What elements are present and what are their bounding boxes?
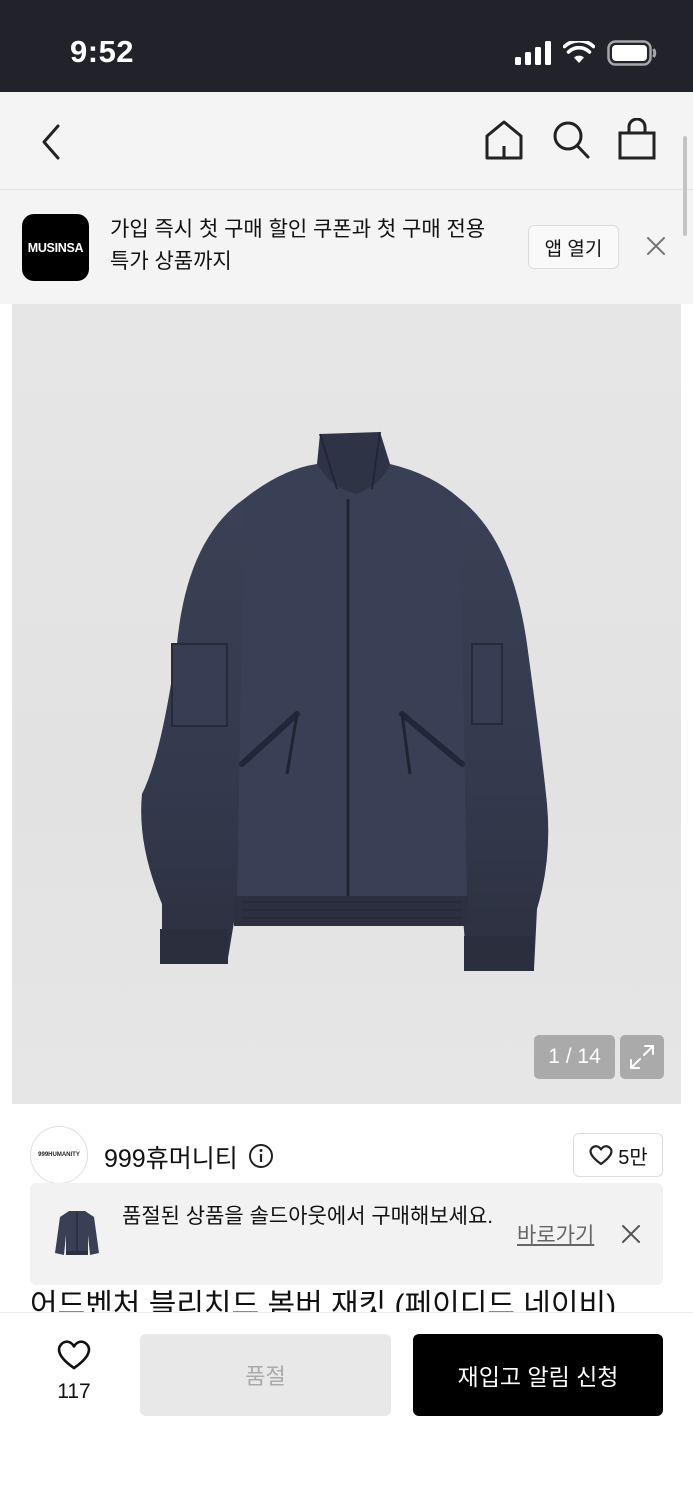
brand-avatar[interactable]: 999HUMANITY (30, 1126, 88, 1184)
shopping-bag-icon[interactable] (617, 118, 657, 160)
brand-name[interactable]: 999휴머니티 (104, 1139, 238, 1175)
restock-alert-button[interactable]: 재입고 알림 신청 (413, 1334, 663, 1416)
musinsa-logo: MUSINSA (22, 214, 89, 281)
soldout-message: 품절된 상품을 솔드아웃에서 구매해보세요. (122, 1205, 494, 1228)
battery-icon (607, 40, 657, 66)
heart-icon (589, 1145, 613, 1166)
close-icon[interactable] (620, 1223, 642, 1245)
product-title-wrap: 어드벤처 블리치드 봄버 재킷 (페이디드 네이비) (30, 1286, 670, 1312)
back-arrow-icon[interactable] (36, 122, 70, 162)
brand-like-button[interactable]: 5만 (573, 1133, 663, 1177)
product-title: 어드벤처 블리치드 봄버 재킷 (페이디드 네이비) (30, 1289, 617, 1312)
heart-icon[interactable] (55, 1338, 93, 1372)
promo-message: 가입 즉시 첫 구매 할인 쿠폰과 첫 구매 전용 특가 상품까지 (110, 218, 486, 273)
open-app-button[interactable]: 앱 열기 (528, 225, 619, 269)
status-bar: 9:52 (0, 0, 693, 92)
product-image-gallery[interactable]: 1 / 14 (12, 304, 681, 1104)
search-icon[interactable] (551, 119, 591, 161)
soldout-button[interactable]: 품절 (140, 1334, 391, 1416)
app-promo-banner: MUSINSA 가입 즉시 첫 구매 할인 쿠폰과 첫 구매 전용 특가 상품까… (0, 190, 693, 304)
home-icon[interactable] (484, 119, 524, 161)
image-counter: 1 / 14 (534, 1035, 615, 1079)
status-icons (515, 40, 657, 66)
jacket-image (141, 431, 549, 971)
soldout-notice: 품절된 상품을 솔드아웃에서 구매해보세요. 바로가기 (30, 1183, 663, 1285)
nav-bar (0, 92, 693, 190)
soldout-link[interactable]: 바로가기 (517, 1219, 594, 1249)
status-time: 9:52 (70, 34, 135, 69)
close-icon[interactable] (644, 234, 668, 258)
wifi-icon (563, 41, 595, 63)
brand-like-count: 5만 (618, 1146, 648, 1169)
scroll-indicator (683, 136, 687, 236)
expand-icon (630, 1045, 654, 1069)
expand-image-button[interactable] (620, 1035, 664, 1079)
info-icon[interactable] (248, 1143, 274, 1169)
cellular-signal-icon (515, 41, 551, 65)
wish-count: 117 (57, 1380, 91, 1403)
bottom-action-bar: 117 품절 재입고 알림 신청 (0, 1312, 693, 1500)
product-thumbnail (55, 1211, 99, 1255)
